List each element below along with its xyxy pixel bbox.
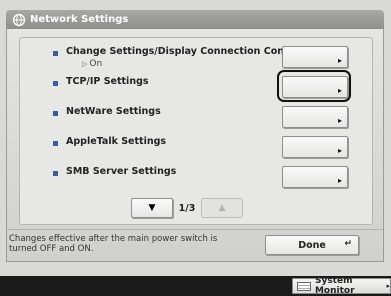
- arrow-right-icon: ▸: [337, 176, 342, 185]
- page-indicator: 1/3: [178, 202, 196, 214]
- smb-server-settings-button[interactable]: ▸: [282, 166, 348, 188]
- title-bar: Network Settings: [6, 10, 384, 29]
- settings-list: Change Settings/Display Connection Confi…: [19, 37, 373, 225]
- triangle-up-icon: ▲: [218, 203, 226, 213]
- item-label: TCP/IP Settings: [66, 76, 149, 87]
- item-label: Change Settings/Display Connection Confi…: [66, 46, 310, 57]
- system-monitor-label: System Monitor: [314, 276, 355, 296]
- appletalk-settings-button[interactable]: ▸: [282, 136, 348, 158]
- network-globe-icon: [12, 13, 26, 27]
- page-title: Network Settings: [30, 14, 129, 25]
- tcp-ip-settings-button[interactable]: ▸: [277, 70, 351, 102]
- item-label: NetWare Settings: [66, 106, 161, 117]
- status-bar: System Monitor ▸: [0, 276, 391, 296]
- item-label: AppleTalk Settings: [66, 136, 167, 147]
- system-monitor-icon: [297, 281, 311, 291]
- bullet-icon: [53, 51, 58, 56]
- settings-panel: Change Settings/Display Connection Confi…: [6, 29, 384, 262]
- page-up-button[interactable]: ▲: [201, 198, 243, 218]
- power-note: Changes effective after the main power s…: [9, 234, 218, 254]
- pager: ▼ 1/3 ▲: [131, 198, 243, 218]
- arrow-right-icon: ▸: [386, 282, 390, 290]
- list-item-appletalk: AppleTalk Settings ▸: [20, 132, 372, 162]
- arrow-right-icon: ▸: [337, 116, 342, 125]
- item-current-value: ▷ On: [82, 59, 103, 69]
- triangle-down-icon: ▼: [148, 203, 156, 213]
- network-settings-screen: Network Settings Change Settings/Display…: [0, 0, 391, 276]
- change-settings-button[interactable]: ▸: [282, 46, 348, 68]
- arrow-right-icon: ▸: [337, 146, 342, 155]
- bullet-icon: [53, 141, 58, 146]
- footer: Changes effective after the main power s…: [7, 229, 383, 262]
- system-monitor-button[interactable]: System Monitor ▸: [292, 276, 391, 296]
- list-item-tcp-ip: TCP/IP Settings ▸: [20, 70, 372, 102]
- done-button[interactable]: Done ↵: [265, 235, 359, 255]
- bullet-icon: [53, 81, 58, 86]
- arrow-right-icon: ▸: [337, 86, 342, 95]
- return-icon: ↵: [344, 239, 352, 249]
- bullet-icon: [53, 111, 58, 116]
- list-item-change-settings: Change Settings/Display Connection Confi…: [20, 42, 372, 72]
- triangle-right-icon: ▷: [82, 60, 88, 68]
- item-label: SMB Server Settings: [66, 166, 177, 177]
- arrow-right-icon: ▸: [337, 56, 342, 65]
- bullet-icon: [53, 171, 58, 176]
- list-item-netware: NetWare Settings ▸: [20, 102, 372, 132]
- page-down-button[interactable]: ▼: [131, 198, 173, 218]
- netware-settings-button[interactable]: ▸: [282, 106, 348, 128]
- list-item-smb-server: SMB Server Settings ▸: [20, 162, 372, 192]
- done-label: Done: [298, 239, 326, 251]
